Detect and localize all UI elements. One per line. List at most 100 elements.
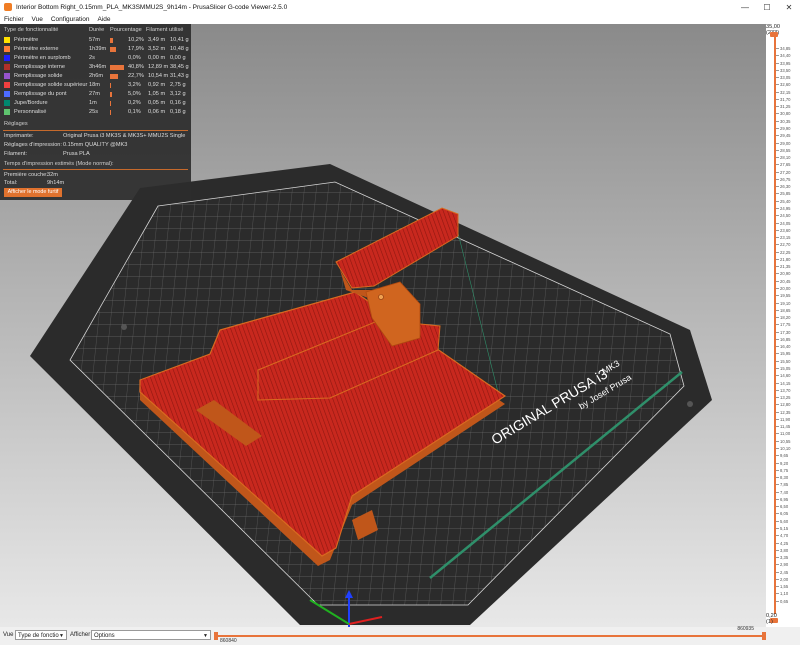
layer-tick-label: 25,40 (775, 198, 791, 204)
legend-header-type: Type de fonctionnalité (4, 27, 59, 33)
feature-label: Remplissage solide supérieur (14, 82, 88, 88)
layer-tick-label: 31,70 (775, 96, 791, 102)
percent-bar (110, 83, 111, 88)
moves-slider[interactable]: 860935 860840 (214, 626, 766, 644)
layer-tick-label: 3,35 (775, 555, 789, 561)
minimize-button[interactable]: — (734, 0, 756, 14)
layer-slider[interactable]: 35,00 (233) 34,8534,4033,9533,5033,0532,… (766, 24, 800, 627)
layer-tick-label: 22,25 (775, 249, 791, 255)
feature-grams: 0,18 g (170, 109, 186, 115)
layer-tick-label: 8,75 (775, 467, 789, 473)
menu-view[interactable]: Vue (28, 16, 47, 23)
first-layer-label: Première couche: (4, 172, 48, 178)
color-swatch (4, 64, 10, 70)
feature-grams: 0,00 g (170, 55, 186, 61)
menu-configuration[interactable]: Configuration (47, 16, 94, 23)
layer-tick-label: 26,75 (775, 176, 791, 182)
layer-tick-label: 16,85 (775, 336, 791, 342)
feature-label: Remplissage solide (14, 73, 63, 79)
bottom-toolbar: Vue Type de fonctio ▼ Afficher Options ▼ 8… (0, 626, 800, 645)
layer-tick-label: 33,05 (775, 75, 791, 81)
feature-percent: 3,2% (128, 82, 141, 88)
moves-end-value: 860935 (737, 626, 754, 632)
percent-bar (110, 74, 118, 79)
percent-bar (110, 65, 124, 70)
moves-start-value: 860840 (220, 638, 237, 644)
layer-tick-label: 7,85 (775, 482, 789, 488)
layer-tick-label: 17,75 (775, 322, 791, 328)
layer-tick-label: 22,70 (775, 242, 791, 248)
layer-tick-label: 1,55 (775, 584, 789, 590)
total-label: Total: (4, 180, 18, 186)
feature-meters: 10,54 m (148, 73, 169, 79)
layer-tick-label: 31,25 (775, 104, 791, 110)
feature-label: Remplissage du pont (14, 91, 67, 97)
feature-percent: 22,7% (128, 73, 144, 79)
layer-tick-label: 32,15 (775, 89, 791, 95)
layer-tick-label: 27,65 (775, 162, 791, 168)
layer-bottom-readout: 0,20 (1) (766, 613, 800, 625)
layer-tick-label: 21,35 (775, 264, 791, 270)
moves-end-thumb[interactable] (762, 632, 766, 640)
color-swatch (4, 46, 10, 52)
layer-tick-label: 21,80 (775, 256, 791, 262)
legend-row[interactable]: Périmètre externe 1h39m 17,9% 3,52 m 10,48 g (0, 45, 191, 54)
feature-percent: 10,2% (128, 37, 144, 43)
layer-tick-label: 3,80 (775, 547, 789, 553)
layer-top-thumb[interactable] (770, 32, 778, 37)
legend-row[interactable]: Périmètre 57m 10,2% 3,49 m 10,41 g (0, 36, 191, 45)
layer-tick-label: 27,20 (775, 169, 791, 175)
feature-meters: 3,49 m (148, 37, 166, 43)
bed-hole (687, 401, 693, 407)
feature-meters: 0,05 m (148, 100, 166, 106)
color-swatch (4, 55, 10, 61)
layer-tick-label: 29,45 (775, 133, 791, 139)
layer-tick-label: 17,30 (775, 329, 791, 335)
show-stealth-mode-button[interactable]: Afficher le mode furtif (4, 188, 62, 197)
feature-label: Périmètre externe (14, 46, 59, 52)
moves-start-thumb[interactable] (214, 632, 218, 640)
layer-tick-label: 10,10 (775, 446, 791, 451)
feature-time: 27m (89, 91, 100, 97)
legend-row[interactable]: Remplissage interne 3h46m 40,8% 12,89 m 38,4… (0, 63, 191, 72)
feature-time: 2h6m (89, 73, 103, 79)
percent-bar (110, 38, 113, 43)
legend-row[interactable]: Remplissage du pont 27m 5,0% 1,05 m 3,12 g (0, 90, 191, 99)
legend-row[interactable]: Périmètre en surplomb 2s 0,0% 0,00 m 0,00 g (0, 54, 191, 63)
layer-tick-label: 4,70 (775, 533, 789, 539)
layer-tick-label: 4,25 (775, 540, 789, 546)
chevron-down-icon: ▼ (59, 633, 64, 639)
chevron-down-icon: ▼ (203, 633, 208, 639)
menu-help[interactable]: Aide (94, 16, 115, 23)
layer-tick-label: 2,90 (775, 562, 789, 568)
layer-tick-label: 20,45 (775, 278, 791, 284)
menu-file[interactable]: Fichier (0, 16, 28, 23)
feature-time: 1m (89, 100, 97, 106)
feature-time: 57m (89, 37, 100, 43)
feature-time: 1h39m (89, 46, 107, 52)
legend-header-time: Durée (89, 27, 105, 33)
color-swatch (4, 37, 10, 43)
options-select[interactable]: Options ▼ (91, 630, 211, 640)
menu-bar: Fichier Vue Configuration Aide (0, 14, 800, 24)
layer-tick-label: 20,00 (775, 286, 791, 291)
view-type-select[interactable]: Type de fonctio ▼ (15, 630, 67, 640)
legend-row[interactable]: Remplissage solide 2h6m 22,7% 10,54 m 31,43 … (0, 72, 191, 81)
legend-row[interactable]: Jupe/Bordure 1m 0,2% 0,05 m 0,16 g (0, 99, 191, 108)
layer-tick-label: 15,50 (775, 358, 791, 364)
percent-bar (110, 110, 111, 115)
layer-bottom-index: (1) (766, 619, 773, 625)
feature-grams: 10,41 g (170, 37, 189, 43)
percent-bar (110, 47, 116, 52)
legend-row[interactable]: Remplissage solide supérieur 18m 3,2% 0,92 … (0, 81, 191, 90)
close-button[interactable]: ✕ (778, 0, 800, 14)
layer-tick-label: 12,35 (775, 409, 791, 415)
feature-meters: 0,00 m (148, 55, 166, 61)
layer-tick-label: 7,40 (775, 489, 789, 495)
legend-row[interactable]: Personnalisé 25s 0,1% 0,06 m 0,18 g (0, 108, 191, 117)
feature-meters: 0,06 m (148, 109, 166, 115)
app-icon (4, 3, 12, 11)
maximize-button[interactable]: ☐ (756, 0, 778, 14)
feature-time: 3h46m (89, 64, 107, 70)
layer-tick-label: 28,55 (775, 147, 791, 153)
